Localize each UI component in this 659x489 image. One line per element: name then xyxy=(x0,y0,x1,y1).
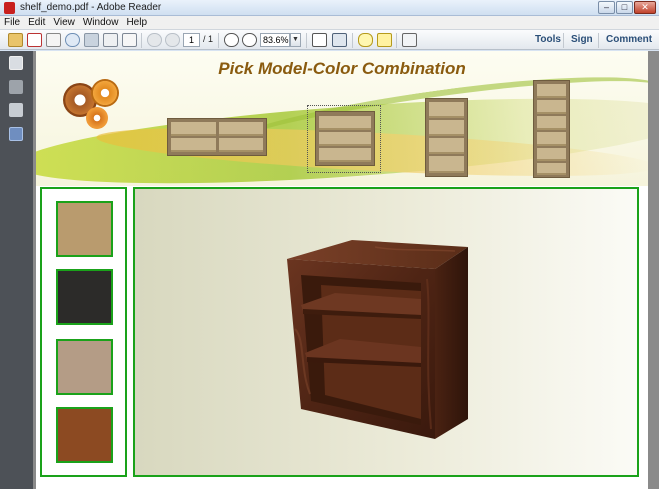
toolbar-separator xyxy=(396,33,397,48)
email-icon[interactable] xyxy=(122,33,137,47)
fit-width-icon[interactable] xyxy=(312,33,327,47)
zoom-dropdown-icon[interactable]: ▼ xyxy=(290,33,301,47)
tools-link[interactable]: Tools xyxy=(535,34,561,45)
menu-help[interactable]: Help xyxy=(122,16,151,29)
menu-file[interactable]: File xyxy=(0,16,24,29)
swatch-cherry[interactable] xyxy=(56,407,113,463)
model-wide-low-shelf[interactable] xyxy=(167,118,267,156)
toolbar-separator xyxy=(218,33,219,48)
document-area: Pick Model-Color Combination xyxy=(33,51,659,489)
adobe-reader-icon xyxy=(4,2,15,14)
highlight-icon[interactable] xyxy=(377,33,392,47)
cloud-icon[interactable] xyxy=(65,33,80,47)
menu-window[interactable]: Window xyxy=(79,16,123,29)
edit-icon[interactable] xyxy=(46,33,61,47)
layers-icon[interactable] xyxy=(9,127,23,141)
minimize-button[interactable]: – xyxy=(598,1,615,14)
color-swatch-panel xyxy=(40,187,127,477)
model-tall-shelf[interactable] xyxy=(533,80,570,178)
pdf-page: Pick Model-Color Combination xyxy=(36,51,648,489)
attachments-icon[interactable] xyxy=(9,80,23,94)
banner: Pick Model-Color Combination xyxy=(36,51,648,186)
toolbar-separator xyxy=(598,33,599,48)
navigation-pane xyxy=(0,51,33,489)
zoom-in-icon[interactable] xyxy=(242,33,257,47)
shelf-3d-render xyxy=(287,240,468,439)
toolbar-separator xyxy=(352,33,353,48)
save-icon[interactable] xyxy=(84,33,99,47)
page-thumbnails-icon[interactable] xyxy=(9,56,23,70)
swatch-maple[interactable] xyxy=(56,201,113,257)
toolbar-separator xyxy=(563,33,564,48)
menu-bar: File Edit View Window Help xyxy=(0,16,659,29)
page-number-input[interactable]: 1 xyxy=(183,33,200,47)
gear-icon xyxy=(91,79,119,107)
next-page-icon[interactable] xyxy=(165,33,180,47)
page-total: / 1 xyxy=(203,34,214,44)
toolbar-separator xyxy=(306,33,307,48)
gear-icon xyxy=(86,107,108,129)
fit-page-icon[interactable] xyxy=(332,33,347,47)
swatch-whitewash[interactable] xyxy=(56,339,113,395)
sign-link[interactable]: Sign xyxy=(571,34,593,45)
signatures-icon[interactable] xyxy=(9,103,23,117)
zoom-input[interactable]: 83.6% xyxy=(260,33,290,47)
zoom-out-icon[interactable] xyxy=(224,33,239,47)
full-screen-icon[interactable] xyxy=(402,33,417,47)
page-heading: Pick Model-Color Combination xyxy=(218,59,466,78)
swatch-black[interactable] xyxy=(56,269,113,325)
open-folder-icon[interactable] xyxy=(8,33,23,47)
close-button[interactable]: ✕ xyxy=(634,1,656,14)
toolbar-separator xyxy=(141,33,142,48)
maximize-button[interactable]: □ xyxy=(616,1,633,14)
model-four-shelf[interactable] xyxy=(425,98,468,177)
menu-edit[interactable]: Edit xyxy=(24,16,49,29)
comment-bubble-icon[interactable] xyxy=(358,33,373,47)
3d-model-viewer[interactable] xyxy=(133,187,639,477)
create-pdf-icon[interactable] xyxy=(27,33,42,47)
window-title: shelf_demo.pdf - Adobe Reader xyxy=(20,2,162,13)
menu-view[interactable]: View xyxy=(49,16,79,29)
model-cube-shelf[interactable] xyxy=(315,111,375,166)
print-icon[interactable] xyxy=(103,33,118,47)
toolbar: 1 / 1 83.6% ▼ Tools Sign Comment xyxy=(0,29,659,50)
window-titlebar: shelf_demo.pdf - Adobe Reader – □ ✕ xyxy=(0,0,659,16)
shelf-side xyxy=(435,247,468,439)
comment-link[interactable]: Comment xyxy=(606,34,652,45)
previous-page-icon[interactable] xyxy=(147,33,162,47)
